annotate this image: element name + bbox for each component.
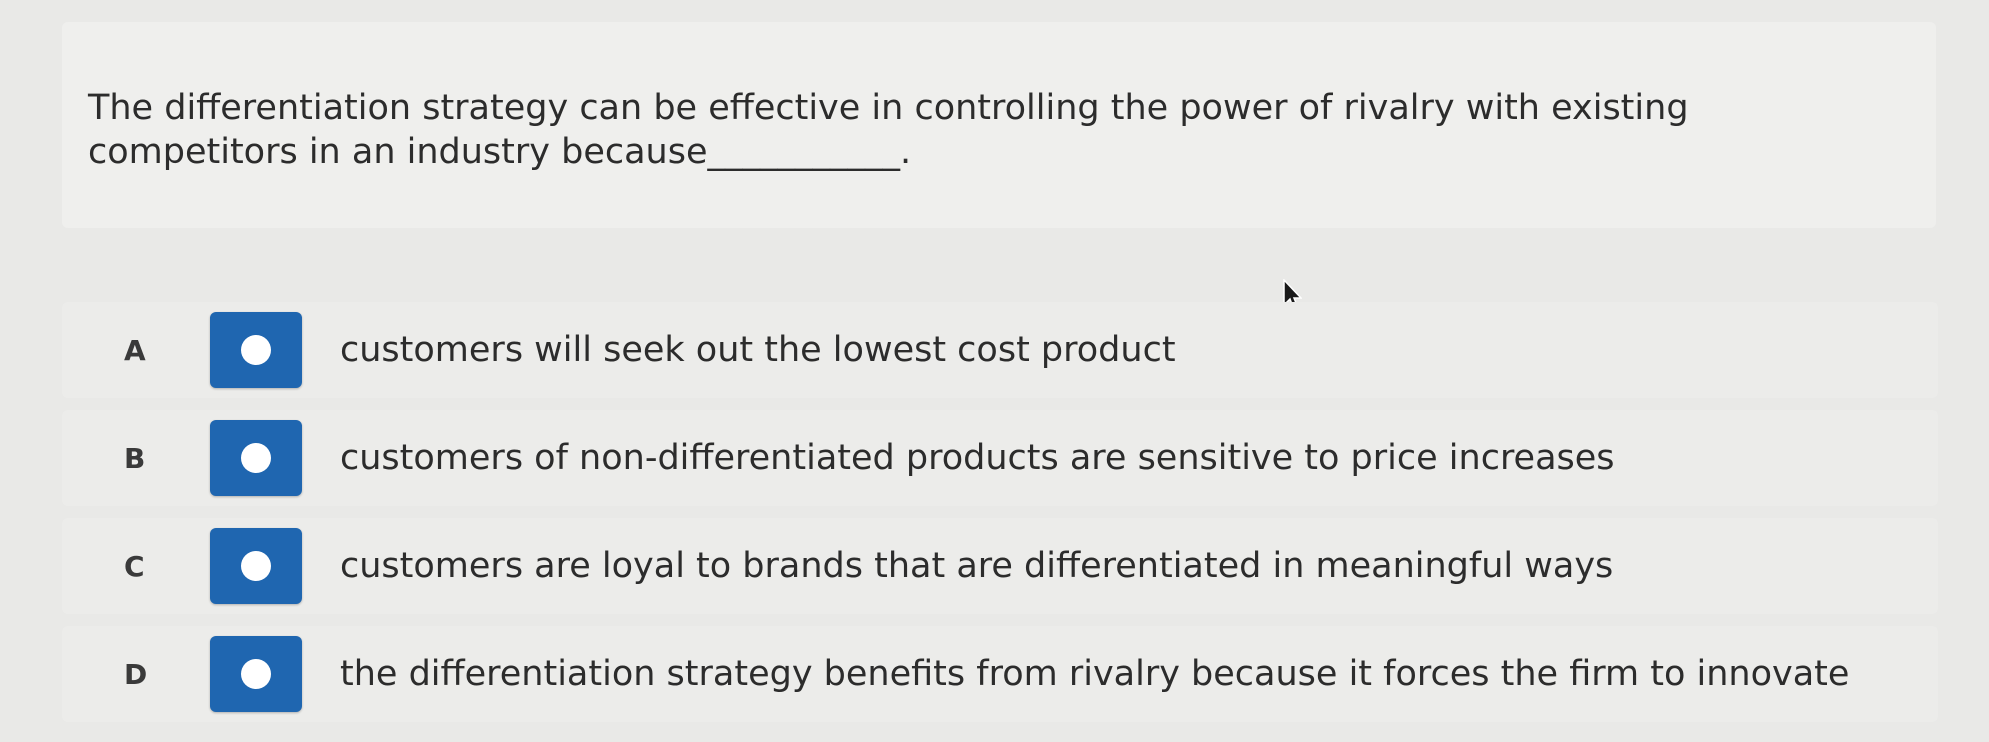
radio-button-c[interactable] (210, 528, 302, 604)
option-letter: A (124, 333, 146, 367)
answer-option-a[interactable]: A customers will seek out the lowest cos… (62, 302, 1938, 398)
answer-option-b[interactable]: B customers of non-differentiated produc… (62, 410, 1938, 506)
option-text: customers will seek out the lowest cost … (340, 330, 1176, 370)
answer-option-d[interactable]: D the differentiation strategy benefits … (62, 626, 1938, 722)
radio-dot-icon (241, 551, 271, 581)
radio-dot-icon (241, 335, 271, 365)
radio-button-a[interactable] (210, 312, 302, 388)
option-text: customers of non-differentiated products… (340, 438, 1615, 478)
option-letter: C (124, 549, 145, 583)
answer-option-c[interactable]: C customers are loyal to brands that are… (62, 518, 1938, 614)
option-text: customers are loyal to brands that are d… (340, 546, 1614, 586)
question-card: The differentiation strategy can be effe… (62, 22, 1936, 228)
radio-dot-icon (241, 443, 271, 473)
radio-dot-icon (241, 659, 271, 689)
option-letter: B (124, 441, 146, 475)
option-text: the differentiation strategy benefits fr… (340, 654, 1850, 694)
question-text: The differentiation strategy can be effe… (88, 88, 1689, 172)
option-letter: D (124, 657, 148, 691)
radio-button-d[interactable] (210, 636, 302, 712)
radio-button-b[interactable] (210, 420, 302, 496)
